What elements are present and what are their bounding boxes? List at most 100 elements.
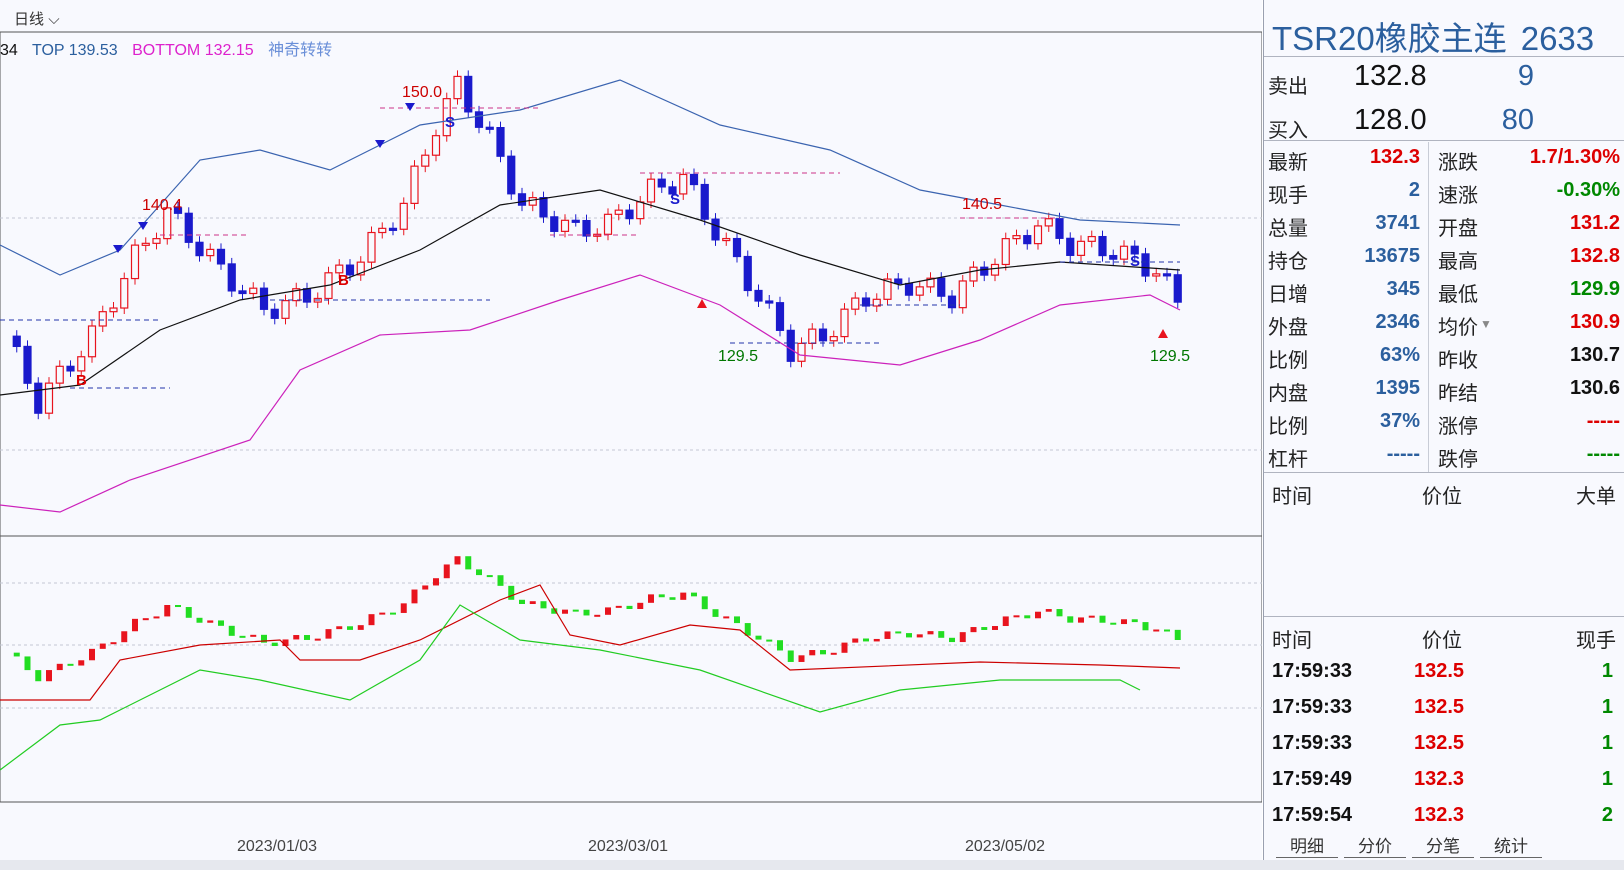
candle-body [528, 197, 537, 206]
sub-candle [959, 632, 966, 643]
sub-candle [293, 635, 300, 640]
sub-candle [390, 612, 396, 615]
field-label: 最高 [1438, 251, 1478, 273]
period-selector[interactable]: 日线 ⌵ [14, 8, 60, 29]
dropdown-triangle-icon[interactable]: ▼ [1480, 317, 1492, 331]
sub-candle [207, 620, 214, 623]
sell-signal: S [670, 191, 680, 208]
tick-size: 2 [1601, 804, 1613, 826]
sub-candle [852, 638, 859, 643]
sub-candle [185, 607, 192, 618]
tab-detail[interactable]: 明细 [1276, 832, 1338, 858]
sub-candle [89, 648, 95, 661]
tick-time: 17:59:33 [1272, 696, 1353, 718]
tick-header: 时间 价位 现手 [1264, 624, 1624, 654]
candle-body [152, 238, 161, 244]
sub-candle [572, 609, 579, 612]
field-label: 内盘 [1268, 383, 1308, 405]
field-label: 速涨 [1438, 185, 1478, 207]
candle-body [1044, 218, 1053, 227]
candle-body [378, 227, 387, 234]
sell-label: 卖出 [1268, 76, 1308, 98]
date-label: 2023/03/01 [588, 838, 668, 855]
sub-candle [24, 656, 31, 671]
sub-candle [347, 626, 353, 630]
field-value: 130.6 [1569, 377, 1620, 399]
tick-row[interactable]: 17:59:33 132.5 1 [1264, 660, 1624, 696]
candle-body [657, 178, 666, 188]
sub-candle [992, 626, 998, 630]
sub-candle [1174, 629, 1181, 640]
sub-candle [400, 603, 407, 613]
tick-row[interactable]: 17:59:49 132.3 1 [1264, 768, 1624, 804]
quote-row: 持仓 13675 最高 132.8 [1264, 241, 1624, 274]
candle-body [442, 98, 451, 137]
sub-candle [164, 605, 171, 617]
sub-candle [551, 608, 558, 614]
field-value: 1.7/1.30% [1529, 146, 1620, 168]
sub-candle [422, 585, 429, 590]
candle-body [292, 288, 301, 302]
sub-candle [13, 652, 20, 657]
chevron-down-icon: ⌵ [48, 11, 60, 28]
field-label: 持仓 [1268, 251, 1308, 273]
candle-body [431, 135, 441, 156]
kline-chart-area[interactable]: 日线 ⌵ 34 TOP 139.53 BOTTOM 132.15 神奇转转 15… [0, 0, 1262, 870]
candle-body [582, 219, 591, 237]
quote-row: 现手 2 速涨 -0.30% [1264, 175, 1624, 208]
field-label: 杠杆 [1268, 449, 1308, 471]
lower-band-line [0, 274, 1181, 513]
sub-candle [336, 626, 343, 630]
sub-candle [497, 575, 504, 586]
field-label: 最新 [1268, 152, 1308, 174]
sub-candle [626, 605, 633, 610]
tab-tick-by-tick[interactable]: 分笔 [1412, 832, 1474, 858]
candle-body [1109, 254, 1118, 260]
sub-candle [368, 614, 375, 626]
candle-body [1119, 245, 1129, 260]
field-label: 涨停 [1438, 416, 1478, 438]
sub-candle [1002, 616, 1009, 627]
candle-body [775, 302, 785, 331]
candle-body [937, 277, 946, 297]
field-value: 63% [1379, 344, 1420, 366]
trailing-stop-red [0, 584, 1181, 701]
divider [1264, 472, 1624, 473]
sub-candle [175, 605, 181, 608]
candle-body [732, 237, 742, 258]
middle-band-line [0, 189, 1181, 396]
chart-canvas[interactable]: 150.0 140.4 140.5 129.5 129.5 B B S S S … [0, 0, 1262, 870]
period-label: 日线 [14, 11, 45, 28]
sub-candle [132, 618, 138, 632]
sub-candle [1088, 615, 1095, 618]
sub-candle [529, 601, 536, 605]
sub-candle [78, 660, 85, 666]
sub-candle [820, 650, 826, 655]
tab-price-distribution[interactable]: 分价 [1344, 832, 1406, 858]
sub-candle [476, 569, 482, 576]
sub-candle [669, 597, 676, 600]
big-order-size-header: 大单 [1576, 486, 1616, 508]
field-label: 均价 [1438, 317, 1478, 339]
legend-bottom: BOTTOM 132.15 [132, 42, 254, 59]
sub-candle [637, 602, 644, 610]
tick-time: 17:59:33 [1272, 660, 1353, 682]
candle-body [1001, 238, 1010, 266]
sub-candle [605, 607, 611, 615]
field-value: 1395 [1375, 377, 1421, 399]
divider [1264, 140, 1624, 141]
down-arrow-icon [375, 140, 385, 148]
sub-candle [1110, 622, 1117, 625]
sub-candle [787, 650, 794, 662]
tick-row[interactable]: 17:59:33 132.5 1 [1264, 696, 1624, 732]
tick-row[interactable]: 17:59:33 132.5 1 [1264, 732, 1624, 768]
sell-price: 132.8 [1354, 60, 1427, 92]
candle-body [861, 297, 871, 307]
tab-statistics[interactable]: 统计 [1480, 832, 1542, 858]
field-value: 129.9 [1569, 278, 1620, 300]
candle-body [270, 308, 279, 319]
sub-candle [1164, 629, 1170, 632]
candle-body [840, 308, 849, 338]
sub-candle [938, 631, 945, 638]
status-bar [0, 860, 1624, 870]
